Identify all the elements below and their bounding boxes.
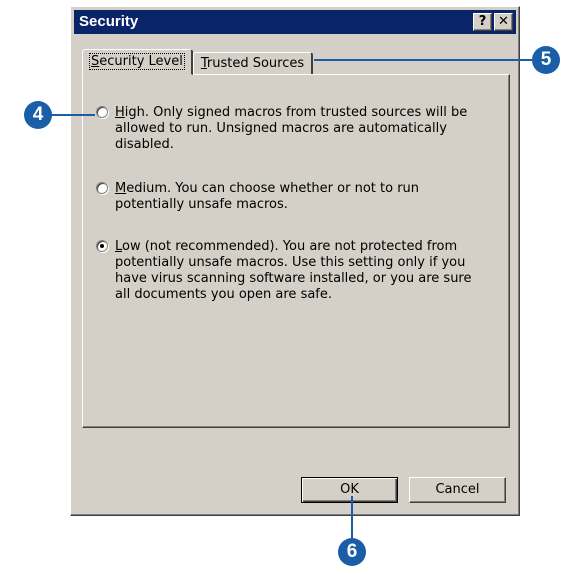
callout-6-badge: 6 — [338, 538, 366, 566]
callout-4-leader — [48, 114, 95, 116]
window-title: Security — [79, 13, 139, 30]
callout-5-badge: 5 — [532, 46, 560, 74]
tab-security-level-rest: ecurity Level — [99, 54, 183, 69]
security-dialog: Security ? ✕ Security Level Trusted Sour… — [70, 6, 520, 516]
cancel-button[interactable]: Cancel — [409, 477, 506, 503]
tab-security-level[interactable]: Security Level — [82, 49, 193, 75]
option-low-text: Low (not recommended). You are not prote… — [115, 239, 486, 303]
option-medium-description: edium. You can choose whether or not to … — [115, 181, 420, 212]
radio-medium[interactable] — [96, 182, 108, 194]
tab-trusted-sources-label: Trusted Sources — [201, 56, 304, 71]
option-high[interactable]: High. Only signed macros from trusted so… — [96, 105, 486, 153]
callout-4-badge: 4 — [24, 101, 52, 129]
option-low-description: ow (not recommended). You are not protec… — [115, 239, 472, 302]
option-low-accel: L — [115, 239, 123, 254]
option-medium-text: Medium. You can choose whether or not to… — [115, 181, 486, 213]
title-bar: Security ? ✕ — [74, 10, 516, 34]
option-high-accel: H — [115, 105, 125, 120]
option-medium[interactable]: Medium. You can choose whether or not to… — [96, 181, 486, 213]
screenshot-stage: Security ? ✕ Security Level Trusted Sour… — [0, 0, 572, 574]
option-high-description: igh. Only signed macros from trusted sou… — [115, 105, 468, 152]
tab-security-level-label: Security Level — [89, 53, 185, 70]
security-level-panel: High. Only signed macros from trusted so… — [82, 74, 510, 428]
ok-button[interactable]: OK — [301, 477, 398, 503]
tab-trusted-sources-rest: rusted Sources — [206, 56, 305, 71]
tab-trusted-sources[interactable]: Trusted Sources — [192, 52, 314, 74]
close-button[interactable]: ✕ — [494, 13, 513, 31]
help-button[interactable]: ? — [473, 13, 492, 31]
option-medium-accel: M — [115, 181, 127, 196]
tab-strip: Security Level Trusted Sources — [82, 48, 314, 75]
callout-6-leader — [351, 496, 353, 540]
radio-low[interactable] — [96, 240, 108, 252]
title-bar-buttons: ? ✕ — [473, 13, 513, 31]
radio-high[interactable] — [96, 106, 108, 118]
callout-5-leader — [314, 59, 544, 61]
option-high-text: High. Only signed macros from trusted so… — [115, 105, 486, 153]
option-low[interactable]: Low (not recommended). You are not prote… — [96, 239, 486, 303]
